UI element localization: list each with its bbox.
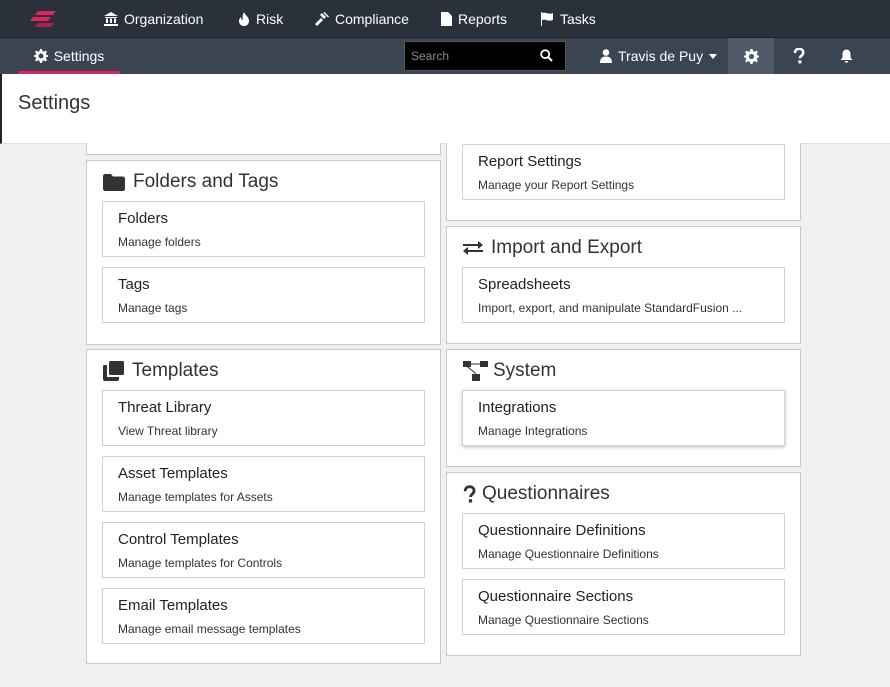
nav-risk-label: Risk	[256, 11, 284, 27]
card-control-templates[interactable]: Control Templates Manage templates for C…	[102, 522, 425, 578]
panel-title: System	[463, 360, 556, 382]
card-title: Questionnaire Definitions	[478, 522, 646, 539]
card-spreadsheets[interactable]: Spreadsheets Import, export, and manipul…	[462, 267, 785, 323]
card-description: Manage email message templates	[118, 622, 301, 636]
panel-templates: Templates Threat Library View Threat lib…	[86, 349, 441, 664]
settings-gear-button[interactable]	[728, 38, 774, 74]
help-button[interactable]	[776, 38, 822, 74]
card-description: Manage Questionnaire Definitions	[478, 547, 659, 561]
panel-folders-and-tags: Folders and Tags Folders Manage folders …	[86, 160, 441, 345]
panel-title-text: Questionnaires	[482, 483, 610, 504]
card-title: Asset Templates	[118, 465, 228, 482]
page-title: Settings	[18, 92, 91, 114]
card-description: View Threat library	[118, 424, 218, 438]
user-name: Travis de Puy	[618, 48, 704, 64]
sitemap-icon	[463, 361, 488, 381]
user-icon	[600, 49, 612, 63]
question-icon	[793, 48, 805, 64]
nav-reports[interactable]: Reports	[441, 0, 507, 38]
card-folders[interactable]: Folders Manage folders	[102, 201, 425, 257]
card-description: Manage templates for Controls	[118, 556, 283, 570]
card-description: Manage tags	[118, 301, 188, 315]
gear-icon	[743, 48, 759, 64]
search-icon[interactable]	[540, 49, 553, 62]
search-box	[404, 41, 566, 71]
card-description: Manage your Report Settings	[478, 178, 635, 192]
caret-down-icon	[709, 53, 718, 59]
card-title: Threat Library	[118, 399, 212, 416]
search-input[interactable]	[405, 49, 535, 63]
panel-title-text: System	[493, 360, 557, 381]
card-description: Manage templates for Assets	[118, 490, 273, 504]
card-title: Integrations	[478, 399, 557, 416]
question-icon	[463, 484, 476, 503]
panel-title-text: Import and Export	[491, 237, 643, 258]
card-threat-library[interactable]: Threat Library View Threat library	[102, 390, 425, 446]
panel-title: Import and Export	[463, 237, 642, 259]
tab-settings-label: Settings	[53, 48, 105, 64]
user-menu[interactable]: Travis de Puy	[600, 38, 718, 74]
nav-reports-label: Reports	[458, 11, 508, 27]
tab-settings[interactable]: Settings	[18, 38, 120, 74]
panel-partial-top	[86, 143, 441, 155]
card-email-templates[interactable]: Email Templates Manage email message tem…	[102, 588, 425, 644]
card-title: Tags	[118, 276, 150, 293]
folder-icon	[103, 173, 125, 191]
card-title: Questionnaire Sections	[478, 588, 634, 605]
card-tags[interactable]: Tags Manage tags	[102, 267, 425, 323]
card-title: Folders	[118, 210, 169, 227]
panel-title-text: Templates	[132, 360, 219, 381]
card-questionnaire-sections[interactable]: Questionnaire Sections Manage Questionna…	[462, 579, 785, 635]
file-icon	[441, 12, 452, 26]
panel-reports: Report Settings Manage your Report Setti…	[446, 143, 801, 221]
card-title: Control Templates	[118, 531, 239, 548]
bank-icon	[104, 12, 118, 26]
sub-nav: Settings Travis de Puy	[0, 38, 890, 74]
card-title: Report Settings	[478, 153, 582, 170]
app-logo[interactable]	[28, 8, 60, 30]
panel-title-text: Folders and Tags	[133, 171, 279, 192]
card-asset-templates[interactable]: Asset Templates Manage templates for Ass…	[102, 456, 425, 512]
panel-title: Folders and Tags	[103, 171, 278, 193]
nav-organization-label: Organization	[124, 11, 204, 27]
flag-icon	[541, 12, 553, 26]
bell-icon	[840, 49, 852, 63]
nav-tasks[interactable]: Tasks	[540, 0, 596, 38]
card-description: Manage Questionnaire Sections	[478, 613, 649, 627]
top-nav: Organization Risk Compliance Reports Tas…	[0, 0, 890, 38]
nav-risk[interactable]: Risk	[238, 0, 283, 38]
card-description: Manage Integrations	[478, 424, 588, 438]
panel-questionnaires: Questionnaires Questionnaire Definitions…	[446, 472, 801, 656]
panel-import-and-export: Import and Export Spreadsheets Import, e…	[446, 226, 801, 344]
notifications-button[interactable]	[823, 38, 869, 74]
card-questionnaire-definitions[interactable]: Questionnaire Definitions Manage Questio…	[462, 513, 785, 569]
gear-icon	[33, 49, 48, 63]
card-report-settings[interactable]: Report Settings Manage your Report Setti…	[462, 144, 785, 200]
nav-organization[interactable]: Organization	[104, 0, 203, 38]
panel-system: System Integrations Manage Integrations	[446, 349, 801, 467]
page-header: Settings	[0, 74, 890, 144]
card-description: Import, export, and manipulate StandardF…	[478, 301, 743, 315]
nav-compliance[interactable]: Compliance	[315, 0, 409, 38]
flame-icon	[239, 12, 249, 26]
panel-title: Questionnaires	[463, 483, 610, 505]
clone-icon	[103, 361, 124, 381]
gavel-icon	[315, 12, 329, 26]
card-title: Email Templates	[118, 597, 228, 614]
nav-tasks-label: Tasks	[560, 11, 596, 27]
card-title: Spreadsheets	[478, 276, 571, 293]
exchange-icon	[463, 241, 483, 255]
nav-compliance-label: Compliance	[335, 11, 409, 27]
card-description: Manage folders	[118, 235, 201, 249]
panel-title: Templates	[103, 360, 219, 382]
card-integrations[interactable]: Integrations Manage Integrations	[462, 390, 785, 446]
